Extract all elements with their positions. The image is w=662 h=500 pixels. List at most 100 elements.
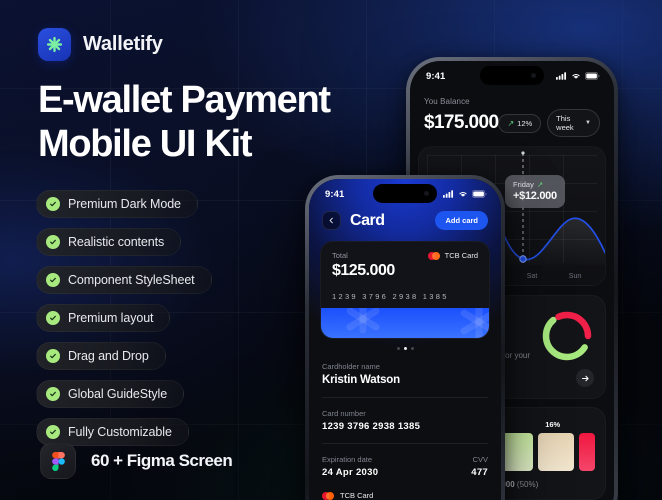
bank-tag-row: TCB Card bbox=[322, 491, 488, 500]
arrow-up-right-icon: ↗ bbox=[536, 180, 544, 189]
headline-line-1: E-wallet Payment bbox=[38, 79, 331, 121]
card-total-value: $125.000 bbox=[332, 262, 395, 279]
bar-footer-percent: (50%) bbox=[516, 480, 539, 489]
page-title: E-wallet Payment Mobile UI Kit bbox=[38, 78, 458, 167]
mastercard-icon bbox=[322, 491, 334, 500]
phone-mockup-front: 9:41 Card Add card Total $125.000 TCB Ca… bbox=[305, 175, 505, 500]
divider bbox=[322, 443, 488, 444]
balance-block: You Balance $175.000 ↗ 12% This week ▼ bbox=[410, 87, 614, 137]
figma-badge bbox=[40, 443, 76, 479]
chart-marker-top bbox=[521, 151, 525, 155]
tooltip-day: Friday bbox=[513, 180, 534, 189]
check-circle-icon bbox=[46, 349, 60, 363]
card-number-label: Card number bbox=[322, 409, 366, 418]
card-brand-label: TCB Card bbox=[444, 251, 478, 260]
cvv-label: CVV bbox=[472, 455, 488, 464]
range-value: This week bbox=[556, 114, 574, 132]
bank-tag: TCB Card bbox=[340, 491, 374, 500]
status-time: 9:41 bbox=[325, 188, 345, 200]
bar-segment bbox=[579, 433, 596, 471]
dynamic-island bbox=[373, 184, 437, 203]
change-pill: ↗ 12% bbox=[498, 113, 542, 133]
phone-front-screen: 9:41 Card Add card Total $125.000 TCB Ca… bbox=[309, 179, 501, 500]
tooltip-value: +$12.000 bbox=[513, 190, 557, 202]
feature-chip: Global GuideStyle bbox=[36, 380, 185, 408]
wifi-icon bbox=[459, 192, 467, 197]
feature-label: Fully Customizable bbox=[68, 425, 172, 439]
status-icons bbox=[556, 72, 600, 80]
figma-label: 60 + Figma Screen bbox=[91, 451, 233, 470]
check-circle-icon bbox=[46, 387, 60, 401]
card-details: Cardholder name Kristin Watson Card numb… bbox=[309, 350, 501, 500]
check-circle-icon bbox=[46, 311, 60, 325]
status-time: 9:41 bbox=[426, 70, 446, 82]
cardholder-label: Cardholder name bbox=[322, 362, 380, 371]
bar-label: 16% bbox=[545, 420, 561, 429]
expense-donut-chart bbox=[542, 311, 592, 361]
asterisk-icon bbox=[46, 36, 63, 53]
card-pattern bbox=[346, 308, 489, 338]
mastercard-icon bbox=[427, 251, 440, 260]
feature-chip: Premium layout bbox=[36, 304, 171, 332]
status-icons bbox=[443, 190, 487, 198]
feature-label: Drag and Drop bbox=[68, 349, 149, 363]
battery-icon bbox=[585, 72, 600, 80]
poster-stage: Walletify E-wallet Payment Mobile UI Kit… bbox=[0, 0, 662, 500]
expiration-label: Expiration date bbox=[322, 455, 373, 464]
check-circle-icon bbox=[46, 197, 60, 211]
feature-label: Premium Dark Mode bbox=[68, 197, 181, 211]
feature-label: Global GuideStyle bbox=[68, 387, 168, 401]
change-value: 12% bbox=[517, 118, 533, 128]
check-circle-icon bbox=[46, 273, 60, 287]
balance-value: $175.000 bbox=[424, 112, 499, 133]
add-card-button[interactable]: Add card bbox=[435, 211, 488, 230]
status-bar: 9:41 bbox=[410, 61, 614, 87]
feature-chip: Premium Dark Mode bbox=[36, 190, 198, 218]
check-circle-icon bbox=[46, 235, 60, 249]
feature-chip: Fully Customizable bbox=[36, 418, 189, 446]
axis-tick: Sat bbox=[526, 273, 538, 280]
brand: Walletify bbox=[38, 28, 163, 61]
card-brand: TCB Card bbox=[427, 251, 478, 260]
feature-chip: Component StyleSheet bbox=[36, 266, 212, 294]
brand-name: Walletify bbox=[83, 33, 163, 55]
signal-icon bbox=[556, 72, 567, 80]
check-circle-icon bbox=[46, 425, 60, 439]
card-color-band bbox=[321, 308, 489, 338]
camera-icon bbox=[424, 191, 429, 196]
chevron-left-icon bbox=[329, 217, 333, 224]
credit-card[interactable]: Total $125.000 TCB Card 1239 3796 2938 1… bbox=[320, 241, 490, 339]
figma-icon bbox=[51, 451, 65, 471]
card-number-display: 1239 3796 2938 1385 bbox=[332, 292, 449, 301]
axis-tick: Sun bbox=[568, 273, 582, 280]
back-button[interactable] bbox=[322, 211, 341, 230]
battery-icon bbox=[472, 190, 487, 198]
cardholder-value: Kristin Watson bbox=[322, 374, 400, 386]
cvv-value: 477 bbox=[471, 467, 488, 478]
arrow-right-icon bbox=[581, 375, 589, 381]
feature-label: Realistic contents bbox=[68, 235, 165, 249]
balance-label: You Balance bbox=[424, 97, 470, 106]
card-number-value: 1239 3796 2938 1385 bbox=[322, 421, 421, 432]
feature-label: Premium layout bbox=[68, 311, 154, 325]
chart-point bbox=[519, 255, 527, 263]
brand-logo bbox=[38, 28, 71, 61]
expense-details-button[interactable] bbox=[576, 369, 594, 387]
feature-label: Component StyleSheet bbox=[68, 273, 195, 287]
camera-icon bbox=[531, 73, 536, 78]
figma-footer: 60 + Figma Screen bbox=[40, 443, 233, 479]
headline-line-2: Mobile UI Kit bbox=[38, 123, 253, 166]
range-selector[interactable]: This week ▼ bbox=[547, 109, 600, 137]
feature-chip: Drag and Drop bbox=[36, 342, 166, 370]
status-bar: 9:41 bbox=[309, 179, 501, 205]
page-title: Card bbox=[350, 211, 385, 229]
card-screen-header: Card Add card bbox=[309, 205, 501, 230]
card-total-label: Total bbox=[332, 251, 348, 260]
arrow-up-right-icon: ↗ bbox=[507, 118, 515, 128]
divider bbox=[322, 397, 488, 398]
expiration-value: 24 Apr 2030 bbox=[322, 467, 379, 478]
chevron-down-icon: ▼ bbox=[585, 120, 591, 126]
signal-icon bbox=[443, 190, 454, 198]
feature-chip: Realistic contents bbox=[36, 228, 182, 256]
feature-list: Premium Dark Mode Realistic contents Com… bbox=[36, 190, 212, 446]
